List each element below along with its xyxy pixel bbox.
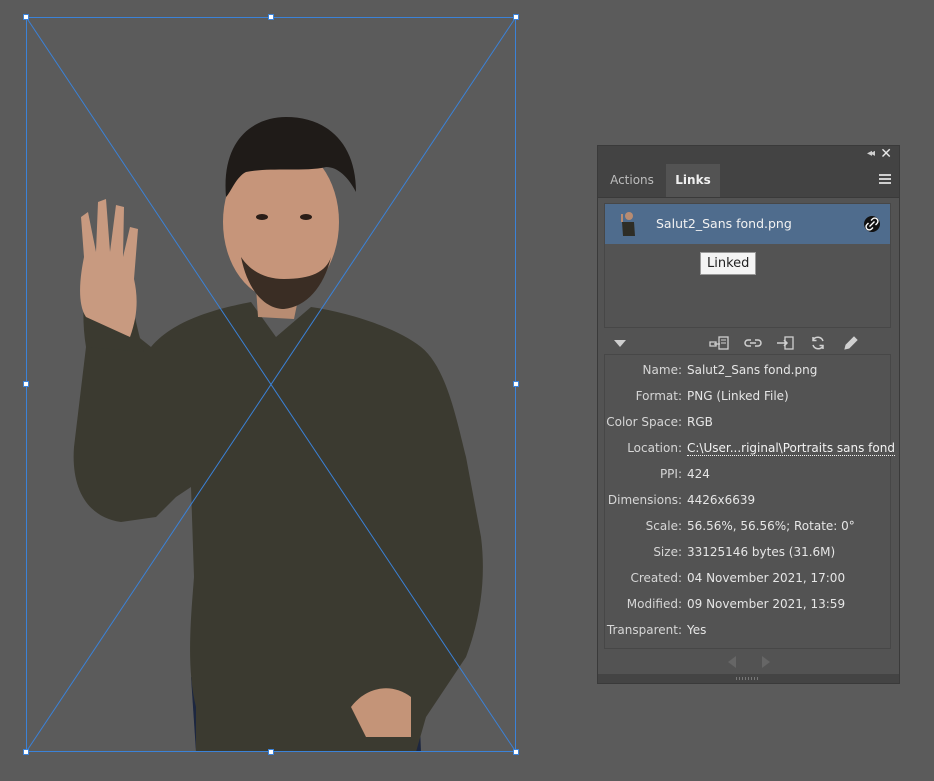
handle-middle-left[interactable] bbox=[23, 381, 29, 387]
handle-bottom-left[interactable] bbox=[23, 749, 29, 755]
info-label: Scale: bbox=[645, 519, 682, 533]
location-link[interactable]: C:\User...riginal\Portraits sans fond bbox=[687, 441, 895, 456]
relink-icon[interactable] bbox=[743, 334, 763, 352]
collapse-panel-icon[interactable]: ◂◂ bbox=[867, 148, 875, 159]
info-row-format: Format: PNG (Linked File) bbox=[605, 383, 890, 409]
info-pager bbox=[598, 652, 899, 672]
info-value: 33125146 bytes (31.6M) bbox=[687, 545, 836, 559]
links-list[interactable]: Salut2_Sans fond.png Linked bbox=[604, 203, 891, 328]
info-label: PPI: bbox=[659, 467, 682, 481]
handle-top-center[interactable] bbox=[268, 14, 274, 20]
info-label: Modified: bbox=[626, 597, 682, 611]
relink-from-cc-icon[interactable] bbox=[708, 334, 729, 352]
info-label: Created: bbox=[630, 571, 682, 585]
handle-middle-right[interactable] bbox=[513, 381, 519, 387]
link-name: Salut2_Sans fond.png bbox=[656, 216, 792, 231]
info-label: Color Space: bbox=[606, 415, 682, 429]
info-row-created: Created: 04 November 2021, 17:00 bbox=[605, 565, 890, 591]
panel-menu-icon[interactable] bbox=[879, 174, 891, 184]
linked-tooltip: Linked bbox=[700, 252, 757, 275]
info-row-dimensions: Dimensions: 4426x6639 bbox=[605, 487, 890, 513]
link-info-section: Name: Salut2_Sans fond.png Format: PNG (… bbox=[604, 354, 895, 649]
info-label: Name: bbox=[642, 363, 682, 377]
link-thumbnail-icon bbox=[621, 212, 635, 236]
previous-icon[interactable] bbox=[728, 656, 736, 668]
handle-top-right[interactable] bbox=[513, 14, 519, 20]
update-link-icon[interactable] bbox=[808, 334, 828, 352]
info-value: Yes bbox=[687, 623, 707, 637]
portrait-image bbox=[73, 117, 483, 752]
next-icon[interactable] bbox=[762, 656, 770, 668]
info-row-size: Size: 33125146 bytes (31.6M) bbox=[605, 539, 890, 565]
show-info-toggle-icon[interactable] bbox=[614, 340, 626, 347]
link-list-item[interactable]: Salut2_Sans fond.png bbox=[605, 204, 890, 244]
panel-title-bar[interactable]: ◂◂ ✕ bbox=[598, 146, 899, 164]
info-label: Location: bbox=[627, 441, 682, 455]
info-label: Size: bbox=[653, 545, 682, 559]
info-row-transparent: Transparent: Yes bbox=[605, 617, 890, 643]
info-label: Format: bbox=[635, 389, 682, 403]
handle-bottom-right[interactable] bbox=[513, 749, 519, 755]
info-value: 424 bbox=[687, 467, 710, 481]
info-value: PNG (Linked File) bbox=[687, 389, 789, 403]
edit-original-icon[interactable] bbox=[841, 334, 861, 352]
panel-tabs: Actions Links bbox=[598, 164, 899, 198]
info-value: Salut2_Sans fond.png bbox=[687, 363, 818, 377]
info-row-modified: Modified: 09 November 2021, 13:59 bbox=[605, 591, 890, 617]
info-value: 04 November 2021, 17:00 bbox=[687, 571, 846, 585]
links-toolbar bbox=[598, 332, 899, 354]
tab-actions[interactable]: Actions bbox=[598, 164, 666, 197]
info-label: Dimensions: bbox=[607, 493, 682, 507]
placed-image-frame[interactable] bbox=[23, 14, 519, 755]
info-value: RGB bbox=[687, 415, 713, 429]
panel-resize-grip[interactable] bbox=[598, 674, 899, 683]
info-row-name: Name: Salut2_Sans fond.png bbox=[605, 357, 890, 383]
handle-top-left[interactable] bbox=[23, 14, 29, 20]
info-row-location: Location: C:\User...riginal\Portraits sa… bbox=[605, 435, 895, 461]
info-value: 56.56%, 56.56%; Rotate: 0° bbox=[687, 519, 855, 533]
info-row-ppi: PPI: 424 bbox=[605, 461, 890, 487]
link-icon bbox=[864, 216, 880, 232]
info-label: Transparent: bbox=[606, 623, 682, 637]
tab-links[interactable]: Links bbox=[666, 164, 720, 197]
close-icon[interactable]: ✕ bbox=[880, 146, 892, 162]
info-value: 4426x6639 bbox=[687, 493, 756, 507]
info-value: 09 November 2021, 13:59 bbox=[687, 597, 846, 611]
info-row-color-space: Color Space: RGB bbox=[605, 409, 890, 435]
info-row-scale: Scale: 56.56%, 56.56%; Rotate: 0° bbox=[605, 513, 890, 539]
handle-bottom-center[interactable] bbox=[268, 749, 274, 755]
go-to-link-icon[interactable] bbox=[775, 334, 795, 352]
links-panel: ◂◂ ✕ Actions Links Salut2_Sans fond.png … bbox=[597, 145, 900, 684]
